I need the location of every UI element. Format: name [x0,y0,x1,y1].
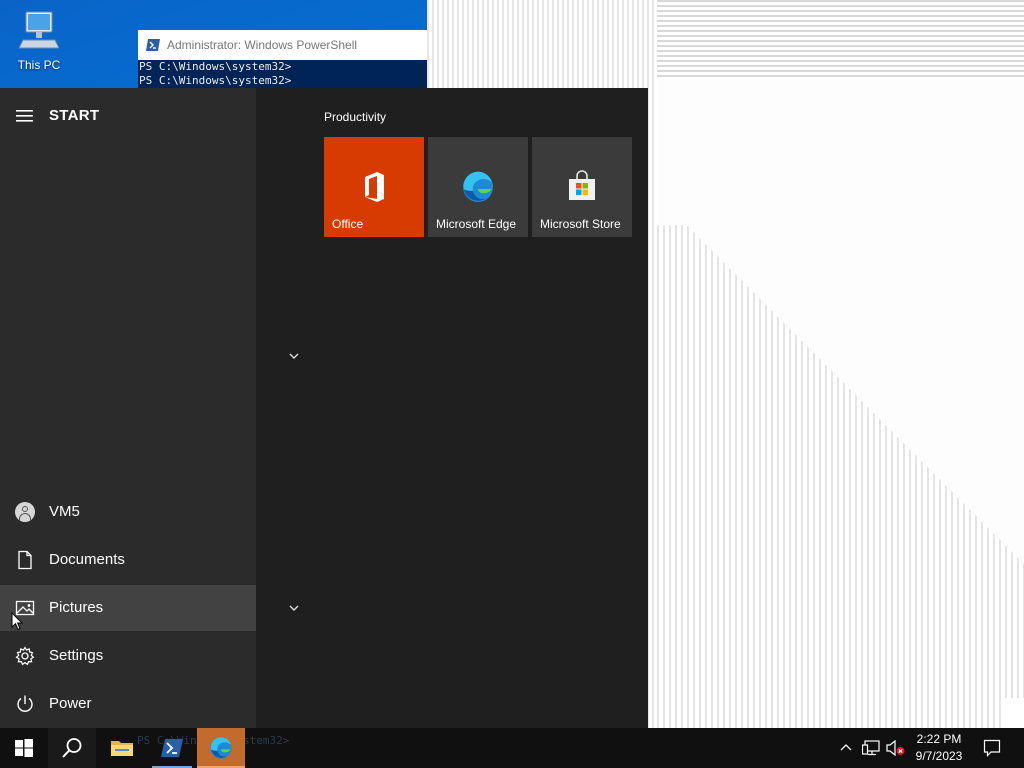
desktop-icon-this-pc[interactable]: This PC [10,8,68,76]
powershell-icon [146,39,160,51]
taskbar-edge[interactable] [197,728,245,768]
sidebar-item-settings[interactable]: Settings [0,633,256,679]
window-corner [1002,698,1024,728]
start-menu-header: START [0,96,256,136]
chevron-up-icon[interactable] [840,742,852,752]
store-icon [569,170,595,200]
sidebar-item-label: Settings [49,647,104,664]
start-menu-sidebar: START VM5 Documents Pictures Settings Po… [0,88,256,728]
powershell-window[interactable]: Administrator: Windows PowerShell PS C:\… [138,30,427,90]
edge-icon [210,737,232,759]
chevron-down-icon[interactable] [288,602,300,614]
desktop-icon-label: This PC [17,58,61,72]
sidebar-item-label: Pictures [49,599,104,616]
sidebar-item-power[interactable]: Power [0,681,256,727]
start-menu-title: START [49,107,100,124]
chevron-down-icon[interactable] [288,350,300,362]
search-button[interactable] [48,728,96,768]
power-icon [17,695,33,712]
hamburger-menu-icon[interactable] [16,109,33,123]
computer-icon [19,11,59,49]
tile-label: Microsoft Store [540,217,621,231]
gear-icon [15,646,35,666]
sidebar-item-label: VM5 [49,503,80,520]
sidebar-item-documents[interactable]: Documents [0,537,256,583]
edge-icon [463,171,493,202]
mouse-cursor-icon [11,612,23,631]
window-stripes-diagonal [657,225,1024,728]
user-avatar-icon [15,502,35,522]
tile-label: Office [332,217,364,231]
start-menu: START VM5 Documents Pictures Settings Po… [0,88,648,728]
clock-date[interactable]: 9/7/2023 [910,749,968,763]
powershell-titlebar[interactable]: Administrator: Windows PowerShell [138,30,427,60]
volume-muted-icon[interactable] [886,740,906,756]
clock-time[interactable]: 2:22 PM [910,732,968,746]
start-button[interactable] [0,728,48,768]
tile-microsoft-edge[interactable]: Microsoft Edge [428,137,528,237]
taskbar: PS C:\Windows\system32> [0,728,1024,768]
document-icon [18,550,32,570]
powershell-title: Administrator: Windows PowerShell [167,38,358,52]
taskbar-file-explorer[interactable] [98,728,146,768]
windows-logo-icon [15,739,33,757]
tile-office[interactable]: Office [324,137,424,237]
network-icon[interactable] [862,740,880,756]
tile-microsoft-store[interactable]: Microsoft Store [532,137,632,237]
powershell-line: PS C:\Windows\system32> [139,60,292,73]
powershell-icon [161,739,183,757]
notification-icon[interactable] [983,739,1001,757]
tile-label: Microsoft Edge [436,217,517,231]
folder-icon [111,741,133,756]
sidebar-item-label: Power [49,695,92,712]
taskbar-powershell[interactable] [148,728,196,768]
tile-group-heading[interactable]: Productivity [324,110,386,124]
search-icon [62,738,82,758]
office-icon [365,172,384,202]
sidebar-item-label: Documents [49,551,125,568]
powershell-line: PS C:\Windows\system32> [139,74,292,87]
sidebar-item-user[interactable]: VM5 [0,489,256,535]
sidebar-item-pictures[interactable]: Pictures [0,585,256,631]
